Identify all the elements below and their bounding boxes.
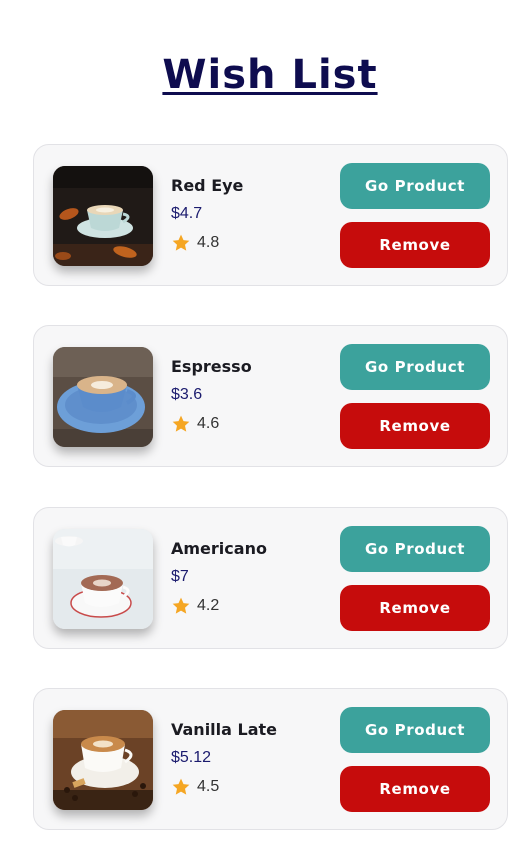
product-name: Espresso	[171, 357, 252, 376]
product-price: $3.6	[171, 386, 203, 403]
wishlist-card: Americano $7 4.2 Go Product Remove	[33, 507, 508, 649]
product-image[interactable]	[53, 710, 153, 810]
product-image[interactable]	[53, 347, 153, 447]
rating-value: 4.5	[197, 778, 220, 795]
product-price: $4.7	[171, 205, 203, 222]
page-title: Wish List	[162, 52, 378, 98]
star-icon	[172, 234, 190, 251]
go-product-button[interactable]: Go Product	[340, 163, 490, 209]
remove-button[interactable]: Remove	[340, 403, 490, 449]
remove-button[interactable]: Remove	[340, 222, 490, 268]
star-icon	[172, 415, 190, 432]
star-icon	[172, 597, 190, 614]
rating-value: 4.6	[197, 415, 220, 432]
product-name: Americano	[171, 539, 267, 558]
product-rating: 4.8	[171, 233, 243, 253]
product-name: Vanilla Late	[171, 720, 278, 739]
product-rating: 4.6	[171, 414, 252, 434]
remove-button[interactable]: Remove	[340, 585, 490, 631]
go-product-button[interactable]: Go Product	[340, 526, 490, 572]
product-name: Red Eye	[171, 176, 244, 195]
star-icon	[172, 778, 190, 795]
rating-value: 4.8	[197, 234, 220, 251]
product-image[interactable]	[53, 166, 153, 266]
product-image[interactable]	[53, 529, 153, 629]
wishlist-card: Espresso $3.6 4.6 Go Product Remove	[33, 325, 508, 467]
wishlist-card: Red Eye $4.7 4.8 Go Product Remove	[33, 144, 508, 286]
product-price: $5.12	[171, 749, 212, 766]
wishlist-card: Vanilla Late $5.12 4.5 Go Product Remove	[33, 688, 508, 830]
product-rating: 4.5	[171, 777, 277, 797]
remove-button[interactable]: Remove	[340, 766, 490, 812]
go-product-button[interactable]: Go Product	[340, 344, 490, 390]
product-price: $7	[171, 568, 189, 585]
go-product-button[interactable]: Go Product	[340, 707, 490, 753]
rating-value: 4.2	[197, 597, 220, 614]
product-rating: 4.2	[171, 596, 267, 616]
